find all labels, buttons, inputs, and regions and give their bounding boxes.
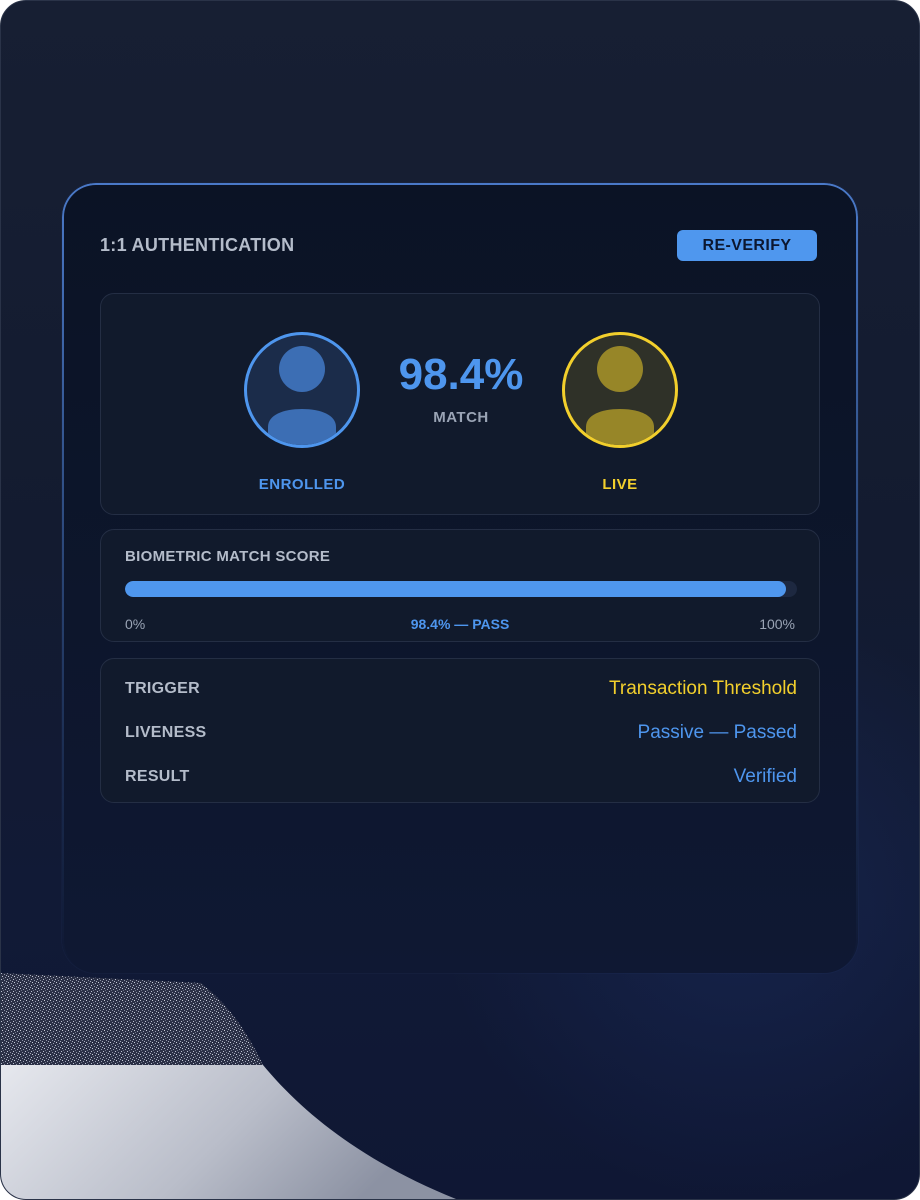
- detail-key: RESULT: [125, 768, 190, 785]
- detail-row-result: RESULT Verified: [125, 765, 797, 789]
- person-icon: [586, 346, 654, 445]
- score-result-label: 98.4% — PASS: [410, 616, 510, 632]
- re-verify-button[interactable]: RE-VERIFY: [677, 230, 817, 261]
- detail-row-trigger: TRIGGER Transaction Threshold: [125, 677, 797, 701]
- details-panel: TRIGGER Transaction Threshold LIVENESS P…: [100, 658, 820, 803]
- app-frame: 1:1 AUTHENTICATION RE-VERIFY 98.4% MATCH…: [0, 0, 920, 1200]
- score-max-label: 100%: [759, 616, 795, 632]
- authentication-card: 1:1 AUTHENTICATION RE-VERIFY 98.4% MATCH…: [62, 183, 858, 973]
- score-title: BIOMETRIC MATCH SCORE: [125, 548, 331, 565]
- detail-key: LIVENESS: [125, 724, 207, 741]
- person-icon: [268, 346, 336, 445]
- detail-value: Transaction Threshold: [609, 678, 797, 699]
- match-score-panel: BIOMETRIC MATCH SCORE 0% 98.4% — PASS 10…: [100, 529, 820, 642]
- detail-key: TRIGGER: [125, 680, 200, 697]
- card-title: 1:1 AUTHENTICATION: [100, 235, 295, 255]
- face-comparison-panel: 98.4% MATCH ENROLLED LIVE: [100, 293, 820, 515]
- live-avatar: [562, 332, 678, 448]
- score-progress-fill: [125, 581, 787, 597]
- detail-value: Verified: [733, 766, 797, 787]
- match-percentage: 98.4%: [398, 350, 524, 399]
- score-progress-track: [125, 581, 797, 597]
- live-label: LIVE: [602, 476, 638, 493]
- enrolled-label: ENROLLED: [258, 476, 346, 493]
- detail-value: Passive — Passed: [637, 722, 797, 743]
- match-label: MATCH: [433, 409, 489, 426]
- detail-row-liveness: LIVENESS Passive — Passed: [125, 721, 797, 745]
- enrolled-avatar: [244, 332, 360, 448]
